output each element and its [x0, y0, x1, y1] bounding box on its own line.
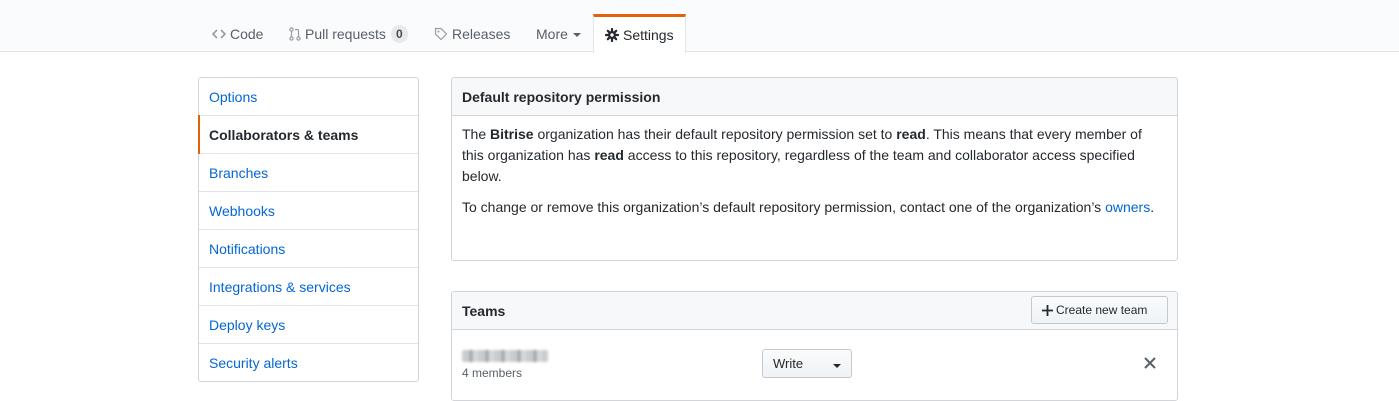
sidebar-item-integrations-services[interactable]: Integrations & services [199, 268, 418, 306]
permission-level: read [896, 126, 926, 142]
box-title: Default repository permission [462, 88, 661, 105]
team-member-count: 4 members [462, 366, 523, 380]
plus-icon [1042, 304, 1053, 316]
tab-more[interactable]: More [524, 14, 593, 52]
team-permission-select[interactable]: Write [762, 349, 852, 378]
repo-nav: Code Pull requests 0 Releases More Setti… [0, 0, 1399, 53]
tab-settings[interactable]: Settings [593, 14, 686, 53]
default-permission-body: The Bitrise organization has their defau… [452, 116, 1177, 236]
tag-icon [434, 27, 448, 41]
sidebar-item-label: Security alerts [209, 354, 298, 371]
default-permission-header: Default repository permission [452, 78, 1177, 116]
sidebar-item-label: Branches [209, 164, 269, 181]
pull-request-icon [289, 27, 301, 41]
chevron-down-icon [833, 364, 841, 368]
tab-label: More [536, 26, 568, 42]
pull-request-count-badge: 0 [390, 25, 408, 43]
text: organization has their default repositor… [533, 126, 897, 142]
sidebar-item-notifications[interactable]: Notifications [199, 230, 418, 268]
team-row: 4 members Write [452, 330, 1177, 400]
tab-code[interactable]: Code [200, 14, 275, 52]
tab-label: Pull requests [305, 26, 386, 42]
gear-icon [605, 28, 619, 42]
sidebar-item-label: Options [209, 88, 258, 105]
team-name-blurred[interactable] [462, 350, 548, 362]
tab-pull-requests[interactable]: Pull requests 0 [277, 14, 420, 52]
sidebar-item-deploy-keys[interactable]: Deploy keys [199, 306, 418, 344]
permission-select-label: Write [773, 356, 804, 371]
tab-label: Code [230, 26, 264, 42]
owners-link[interactable]: owners [1105, 199, 1150, 215]
close-icon[interactable] [1144, 356, 1156, 372]
sidebar-item-label: Notifications [209, 240, 286, 257]
code-icon [212, 28, 226, 40]
sidebar-item-collaborators-teams[interactable]: Collaborators & teams [198, 115, 418, 154]
sidebar-item-options[interactable]: Options [199, 78, 418, 116]
sidebar-item-security-alerts[interactable]: Security alerts [199, 344, 418, 381]
chevron-down-icon [572, 33, 581, 37]
tab-label: Settings [623, 27, 674, 43]
permission-level: read [594, 147, 624, 163]
tab-label: Releases [452, 26, 511, 42]
tab-releases[interactable]: Releases [422, 14, 522, 52]
permission-change-note: To change or remove this organization’s … [462, 197, 1167, 218]
settings-sidebar: Options Collaborators & teams Branches W… [198, 77, 419, 382]
permission-description: The Bitrise organization has their defau… [462, 124, 1167, 187]
text: . [1150, 199, 1155, 215]
sidebar-item-label: Webhooks [209, 202, 275, 219]
sidebar-item-label: Deploy keys [209, 316, 286, 333]
text: To change or remove this organization’s … [462, 199, 1106, 215]
button-label: Create new team [1056, 303, 1148, 317]
default-permission-box: Default repository permission The Bitris… [451, 77, 1178, 261]
sidebar-item-branches[interactable]: Branches [199, 154, 418, 192]
create-new-team-button[interactable]: Create new team [1031, 296, 1168, 324]
sidebar-item-webhooks[interactable]: Webhooks [199, 192, 418, 230]
teams-header: Teams Create new team [452, 292, 1177, 330]
box-title: Teams [462, 302, 506, 319]
sidebar-item-label: Collaborators & teams [209, 126, 359, 143]
text: The [462, 126, 491, 142]
org-name: Bitrise [490, 126, 534, 142]
teams-box: Teams Create new team 4 members Write [451, 291, 1178, 401]
sidebar-item-label: Integrations & services [209, 278, 351, 295]
